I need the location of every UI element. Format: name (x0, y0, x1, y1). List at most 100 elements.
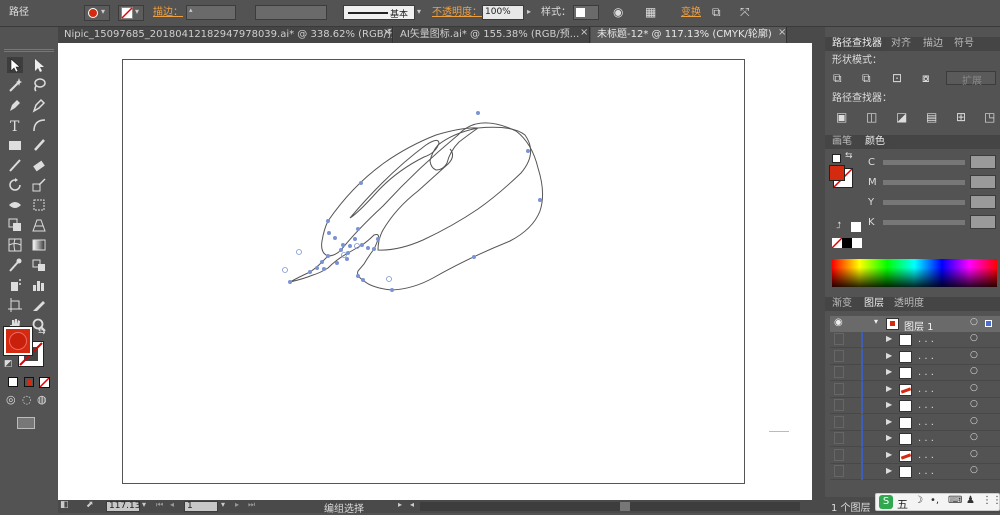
eraser-tool-icon[interactable] (31, 157, 47, 173)
symbol-sprayer-tool-icon[interactable] (7, 277, 23, 293)
sogou-logo-icon[interactable]: S (879, 495, 893, 509)
paintbrush-tool-icon[interactable] (31, 137, 47, 153)
anchor-point[interactable] (476, 111, 480, 115)
target-icon[interactable]: ○ (970, 449, 978, 459)
visibility-eye-icon[interactable]: ◉ (834, 317, 843, 328)
target-icon[interactable]: ○ (970, 416, 978, 426)
black-input[interactable] (970, 215, 996, 229)
anchor-point[interactable] (359, 181, 363, 185)
target-icon[interactable]: ○ (970, 350, 978, 360)
exclude-icon[interactable]: ⧇ (922, 71, 930, 86)
chevron-right-icon[interactable]: ▸ (527, 7, 531, 16)
sublayer-row[interactable]: ▶ . . . ○ (830, 348, 1000, 365)
anchor-point[interactable] (376, 237, 380, 241)
merge-icon[interactable]: ◪ (896, 110, 907, 124)
none-mode-icon[interactable] (39, 377, 50, 388)
user-icon[interactable]: ♟ (966, 495, 975, 506)
rectangle-tool-icon[interactable] (7, 137, 23, 153)
chevron-right-icon[interactable]: ▶ (886, 367, 892, 376)
direction-handle[interactable] (282, 267, 288, 273)
close-icon[interactable]: × (383, 27, 391, 38)
ime-toolbar[interactable]: S 五 ☽ •, ⌨ ♟ ⋮⋮ (875, 493, 1000, 511)
zoom-input[interactable]: 117.13 (106, 501, 141, 512)
color-fill-swatch[interactable] (829, 165, 845, 181)
swap-fill-stroke-icon[interactable]: ⇆ (845, 151, 853, 161)
anchor-point[interactable] (315, 266, 319, 270)
sublayer-name[interactable]: . . . (918, 400, 934, 411)
direct-selection-tool-icon[interactable] (31, 57, 47, 73)
shape-builder-tool-icon[interactable] (7, 217, 23, 233)
default-colors-icon[interactable]: ◩ (4, 359, 13, 369)
scroll-thumb[interactable] (620, 502, 630, 511)
type-tool-icon[interactable]: T (7, 117, 23, 135)
chevron-down-icon[interactable]: ▾ (874, 317, 878, 326)
gradient-tool-icon[interactable] (31, 237, 47, 253)
anchor-point[interactable] (341, 243, 345, 247)
visibility-eye-icon[interactable] (834, 415, 844, 428)
chevron-right-icon[interactable]: ▶ (886, 450, 892, 459)
chevron-down-icon[interactable]: ▾ (417, 7, 421, 16)
tail-path[interactable] (321, 220, 329, 257)
export-icon[interactable]: ⬈ (86, 500, 94, 510)
tab-transparency[interactable]: 透明度 (894, 297, 924, 311)
anchor-point[interactable] (356, 274, 360, 278)
chevron-right-icon[interactable]: ▶ (886, 466, 892, 475)
chevron-right-icon[interactable]: ▸ (398, 500, 402, 509)
anchor-point[interactable] (322, 267, 326, 271)
magic-wand-tool-icon[interactable] (7, 77, 23, 93)
chevron-right-icon[interactable]: ▶ (886, 433, 892, 442)
crop-icon[interactable]: ▤ (926, 110, 937, 124)
sublayer-row[interactable]: ▶ . . . ○ (830, 365, 1000, 381)
chevron-right-icon[interactable]: ▶ (886, 400, 892, 409)
minus-front-icon[interactable]: ⧉ (862, 71, 871, 86)
intersect-icon[interactable]: ⊡ (892, 71, 902, 85)
anchor-point[interactable] (372, 247, 376, 251)
canvas-area[interactable] (58, 43, 825, 501)
lasso-tool-icon[interactable] (31, 77, 47, 93)
draw-inside-icon[interactable]: ◍ (37, 393, 47, 406)
artboard-nav-icon[interactable]: ◧ (60, 500, 69, 510)
cyan-input[interactable] (970, 155, 996, 169)
sublayer-name[interactable]: . . . (918, 351, 934, 362)
black-swatch[interactable] (842, 238, 852, 248)
chevron-right-icon[interactable]: ▶ (886, 384, 892, 393)
none-swatch[interactable] (832, 238, 842, 248)
visibility-eye-icon[interactable] (834, 448, 844, 461)
anchor-point[interactable] (308, 270, 312, 274)
anchor-point[interactable] (390, 288, 394, 292)
target-icon[interactable]: ○ (970, 333, 978, 343)
outer-path[interactable] (289, 122, 544, 291)
draw-normal-icon[interactable]: ◎ (6, 393, 16, 406)
anchor-point[interactable] (345, 257, 349, 261)
width-tool-icon[interactable] (7, 197, 23, 213)
visibility-eye-icon[interactable] (834, 349, 844, 362)
graphic-style-select[interactable] (573, 5, 599, 20)
anchor-point[interactable] (335, 261, 339, 265)
close-icon[interactable]: × (580, 27, 588, 38)
draw-behind-icon[interactable]: ◌ (22, 393, 32, 406)
sublayer-row[interactable]: ▶ . . . ○ (830, 464, 1000, 480)
tab-color[interactable]: 颜色 (861, 135, 889, 149)
tab-layers[interactable]: 图层 (860, 297, 888, 311)
target-icon[interactable]: ○ (970, 432, 978, 442)
anchor-point[interactable] (320, 260, 324, 264)
out-of-gamut-icon[interactable]: ⮥ (836, 221, 841, 231)
artwork-outline[interactable] (58, 43, 812, 501)
target-icon[interactable]: ○ (970, 465, 978, 475)
transform-link[interactable]: 变换 (681, 7, 701, 19)
eyedropper-tool-icon[interactable] (7, 257, 23, 273)
trim-icon[interactable]: ◫ (866, 110, 877, 124)
anchor-point[interactable] (348, 244, 352, 248)
document-tab-active[interactable]: 未标题-12* @ 117.13% (CMYK/轮廓) (591, 27, 787, 43)
divide-icon[interactable]: ▣ (836, 110, 847, 124)
anchor-point[interactable] (333, 236, 337, 240)
stroke-weight-input[interactable]: ▴ (186, 5, 236, 20)
variable-width-select[interactable] (255, 5, 327, 20)
sublayer-name[interactable]: . . . (918, 466, 934, 477)
perspective-grid-tool-icon[interactable] (31, 217, 47, 233)
sublayer-name[interactable]: . . . (918, 384, 934, 395)
anchor-point[interactable] (361, 278, 365, 282)
stroke-color-swatch[interactable]: ▾ (118, 5, 144, 21)
menu-grid-icon[interactable]: ⋮⋮ (982, 495, 1000, 506)
target-icon[interactable]: ○ (970, 383, 978, 393)
